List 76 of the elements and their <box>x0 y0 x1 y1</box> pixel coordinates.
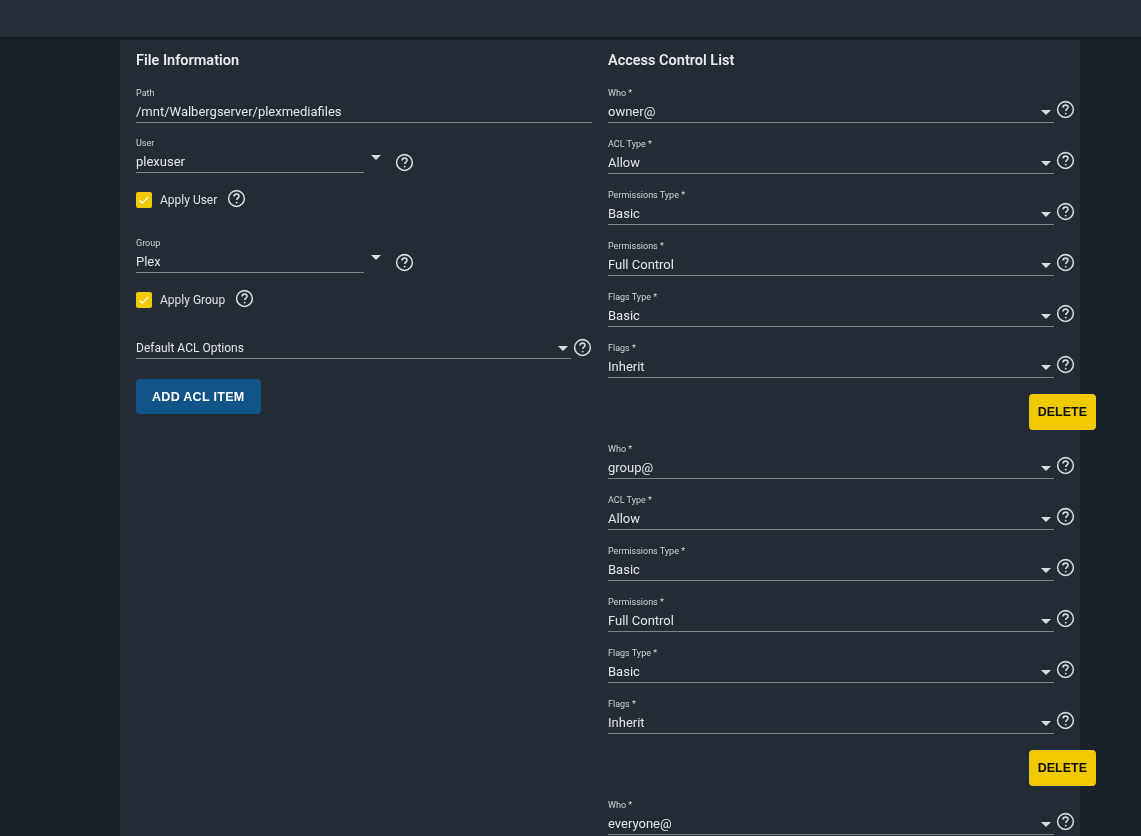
help-icon[interactable] <box>1056 151 1075 170</box>
caret-icon <box>1041 516 1051 522</box>
field-label: Who * <box>608 444 634 455</box>
field-label: ACL Type * <box>608 139 653 150</box>
section-title: Access Control List <box>608 52 736 70</box>
field-label: Group <box>136 238 162 249</box>
help-icon[interactable] <box>235 289 255 308</box>
caret-icon <box>1041 262 1051 268</box>
select-field[interactable]: Inherit <box>608 713 1054 734</box>
caret-icon <box>1041 160 1051 166</box>
select-field[interactable]: Allow <box>608 509 1054 530</box>
help-icon[interactable] <box>1056 711 1075 730</box>
help-icon[interactable] <box>395 153 414 172</box>
select-field[interactable]: plexuser <box>136 152 364 173</box>
caret-icon <box>371 155 381 160</box>
field-label: Flags Type * <box>608 292 659 303</box>
help-icon[interactable] <box>1056 100 1075 119</box>
delete-button[interactable]: DELETE <box>1028 750 1096 786</box>
help-icon[interactable] <box>1056 253 1075 272</box>
select-field[interactable]: Basic <box>608 306 1054 327</box>
caret-icon <box>1041 720 1051 726</box>
help-icon[interactable] <box>1056 202 1075 221</box>
help-icon[interactable] <box>1056 304 1075 323</box>
select-field[interactable]: Basic <box>608 662 1054 683</box>
help-icon[interactable] <box>1056 558 1075 577</box>
caret-icon <box>1041 567 1051 573</box>
caret-icon <box>1041 313 1051 319</box>
help-icon[interactable] <box>1056 812 1075 831</box>
field-label: Permissions Type * <box>608 190 687 201</box>
select-field[interactable]: Default ACL Options <box>136 338 571 359</box>
add-acl-item-button[interactable]: ADD ACL ITEM <box>136 379 261 414</box>
select-field[interactable]: Basic <box>608 560 1054 581</box>
path-field[interactable]: /mnt/Walbergserver/plexmediafiles <box>136 102 592 123</box>
field-label: Flags Type * <box>608 648 659 659</box>
help-icon[interactable] <box>1056 355 1075 374</box>
caret-icon <box>1041 465 1051 471</box>
help-icon[interactable] <box>1056 456 1075 475</box>
select-field[interactable]: Basic <box>608 204 1054 225</box>
help-icon[interactable] <box>227 189 247 208</box>
section-title: File Information <box>136 52 241 70</box>
field-label: Who * <box>608 800 634 811</box>
caret-icon <box>1041 109 1051 115</box>
field-label: Flags * <box>608 699 637 710</box>
field-label: Permissions * <box>608 241 665 252</box>
caret-icon <box>1041 821 1051 827</box>
field-label: ACL Type * <box>608 495 653 506</box>
caret-icon <box>371 255 381 260</box>
select-field[interactable]: Full Control <box>608 611 1054 632</box>
help-icon[interactable] <box>1056 660 1075 679</box>
checkbox[interactable] <box>136 191 152 208</box>
caret-icon <box>558 345 568 351</box>
select-field[interactable]: Full Control <box>608 255 1054 276</box>
select-field[interactable]: group@ <box>608 458 1054 479</box>
field-label: Path <box>136 88 156 99</box>
select-field[interactable]: Plex <box>136 252 364 273</box>
field-label: Flags * <box>608 343 637 354</box>
field-label: User <box>136 138 156 149</box>
delete-button[interactable]: DELETE <box>1028 394 1096 430</box>
select-field[interactable]: Inherit <box>608 357 1054 378</box>
help-icon[interactable] <box>573 338 592 357</box>
select-field[interactable]: Allow <box>608 153 1054 174</box>
caret-icon <box>1041 211 1051 217</box>
caret-icon <box>1041 669 1051 675</box>
select-field[interactable]: everyone@ <box>608 814 1054 835</box>
checkbox[interactable] <box>136 291 152 308</box>
select-field[interactable]: owner@ <box>608 102 1054 123</box>
help-icon[interactable] <box>395 253 414 272</box>
caret-icon <box>1041 618 1051 624</box>
field-label: Permissions Type * <box>608 546 687 557</box>
field-label: Permissions * <box>608 597 665 608</box>
checkbox-label: Apply Group <box>160 292 226 307</box>
help-icon[interactable] <box>1056 507 1075 526</box>
caret-icon <box>1041 364 1051 370</box>
checkbox-label: Apply User <box>160 192 218 207</box>
help-icon[interactable] <box>1056 609 1075 628</box>
field-label: Who * <box>608 88 634 99</box>
